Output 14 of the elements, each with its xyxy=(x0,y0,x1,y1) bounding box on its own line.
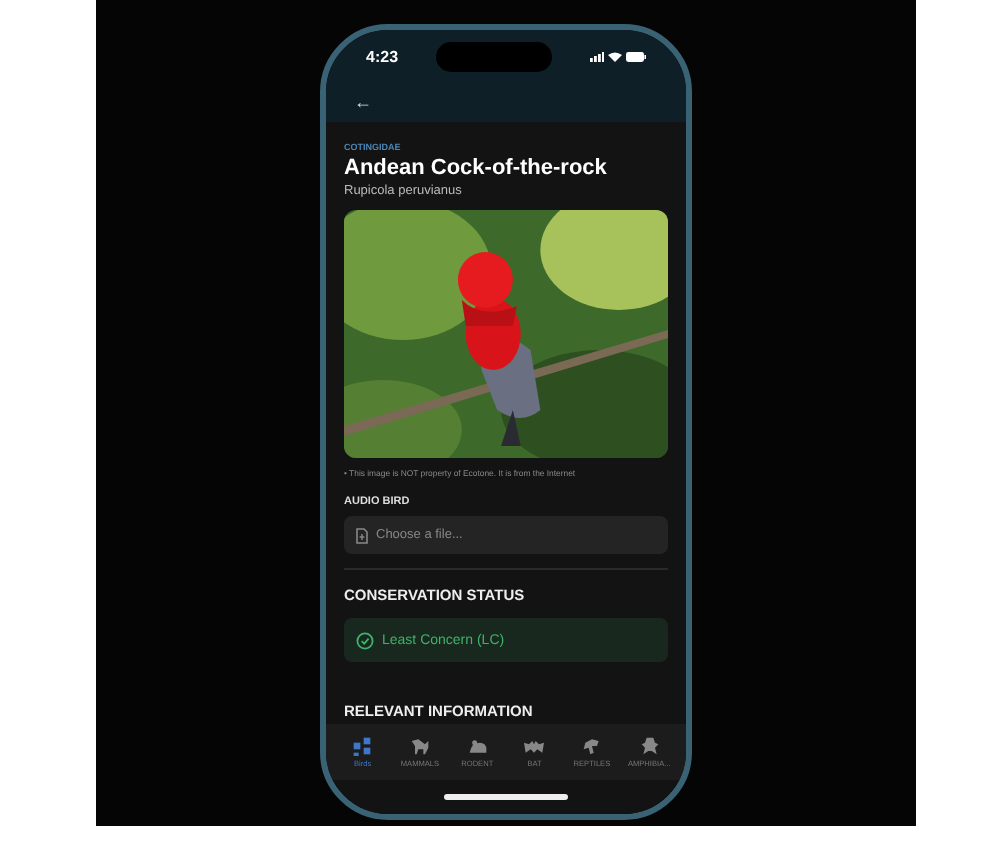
wifi-icon xyxy=(607,51,622,61)
rodent-icon xyxy=(467,736,488,756)
signal-icon xyxy=(589,51,604,61)
birds-icon xyxy=(352,736,373,756)
home-indicator xyxy=(444,794,568,800)
status-time: 4:23 xyxy=(366,47,399,65)
file-icon xyxy=(356,527,368,543)
mammals-icon xyxy=(409,736,430,756)
dynamic-island xyxy=(436,41,552,71)
battery-icon xyxy=(625,51,646,61)
back-button[interactable]: ← xyxy=(354,82,372,122)
bat-icon xyxy=(524,736,545,756)
species-title: Andean Cock-of-the-rock xyxy=(344,156,609,180)
check-circle-icon xyxy=(356,631,374,649)
